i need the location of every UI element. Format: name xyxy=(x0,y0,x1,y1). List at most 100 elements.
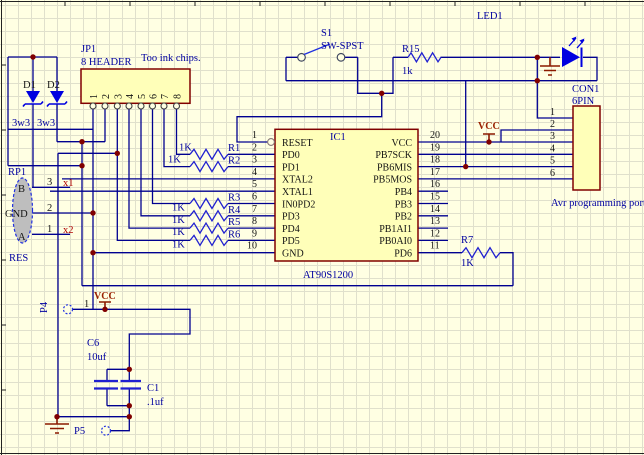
c1-value-label: .1uf xyxy=(147,397,164,408)
svg-text:RESET: RESET xyxy=(282,138,313,149)
jp1-type-label: 8 HEADER xyxy=(81,57,131,68)
svg-text:5: 5 xyxy=(137,94,148,99)
ic1-part-label: AT90S1200 xyxy=(303,270,353,281)
svg-text:PB3: PB3 xyxy=(395,199,412,210)
svg-text:15: 15 xyxy=(430,192,440,203)
svg-text:PB5MOS: PB5MOS xyxy=(373,175,412,186)
svg-text:18: 18 xyxy=(430,155,440,166)
r5-ref-label: R5 xyxy=(228,217,240,228)
svg-text:PB7SCK: PB7SCK xyxy=(375,150,412,161)
ground-symbol-topright[interactable] xyxy=(540,57,560,75)
led1-symbol[interactable] xyxy=(562,37,585,68)
svg-text:4: 4 xyxy=(125,94,136,99)
r5-symbol xyxy=(190,223,228,233)
r15-value-label: 1k xyxy=(402,66,413,77)
diode-d1-symbol[interactable] xyxy=(23,91,43,107)
cap-c6-symbol[interactable] xyxy=(94,381,118,389)
svg-text:3: 3 xyxy=(550,131,555,142)
rp1-num1-label: 1 xyxy=(47,224,52,235)
net-x2-label: x2 xyxy=(63,225,74,236)
svg-text:6: 6 xyxy=(252,192,257,203)
r1-ref-label: R1 xyxy=(228,143,240,154)
schematic-sheet: JP1 8 HEADER Too ink chips. 1 2 3 4 5 6 … xyxy=(0,0,644,455)
s1-type-label: SW-SPST xyxy=(321,41,364,52)
r6-value-label: 1K xyxy=(172,239,185,250)
con1-ref-label: CON1 xyxy=(572,84,599,95)
svg-text:1: 1 xyxy=(252,130,257,141)
svg-text:4: 4 xyxy=(550,143,555,154)
c6-ref-label: C6 xyxy=(87,338,99,349)
r2-symbol xyxy=(190,162,228,172)
cap-c1-symbol[interactable] xyxy=(121,381,142,389)
r3-value-label: 1K xyxy=(172,203,185,214)
r1-symbol xyxy=(190,149,228,159)
rp1-pin-a-label: A xyxy=(18,232,26,243)
r3-ref-label: R3 xyxy=(228,193,240,204)
svg-text:8: 8 xyxy=(173,94,184,99)
d1-value-label: 3w3 xyxy=(12,118,30,129)
p5-pin-circle[interactable] xyxy=(102,426,111,435)
svg-text:7: 7 xyxy=(160,94,171,99)
svg-text:3: 3 xyxy=(113,94,124,99)
r3-symbol xyxy=(190,199,228,209)
svg-text:PD5: PD5 xyxy=(282,236,300,247)
r2-ref-label: R2 xyxy=(228,155,240,166)
svg-text:XTAL1: XTAL1 xyxy=(282,187,313,198)
svg-text:PD3: PD3 xyxy=(282,212,300,223)
svg-text:2: 2 xyxy=(550,119,555,130)
svg-text:6: 6 xyxy=(149,94,160,99)
r7-value-label: 1K xyxy=(461,258,474,269)
r4-value-label: 1K xyxy=(172,215,185,226)
svg-text:PD0: PD0 xyxy=(282,150,300,161)
svg-text:5: 5 xyxy=(550,156,555,167)
r7-ref-label: R7 xyxy=(461,235,473,246)
svg-text:PD4: PD4 xyxy=(282,224,300,235)
svg-text:10: 10 xyxy=(247,241,257,252)
svg-text:20: 20 xyxy=(430,130,440,141)
r6-symbol xyxy=(190,235,228,245)
con1-symbol[interactable] xyxy=(573,106,600,190)
svg-text:IN0PD2: IN0PD2 xyxy=(282,199,315,210)
svg-text:PB2: PB2 xyxy=(395,212,412,223)
rp1-sub-label: RES xyxy=(9,253,28,264)
r1-value-label: 1K xyxy=(179,143,192,154)
header-jp1-symbol[interactable] xyxy=(81,69,190,109)
svg-text:4: 4 xyxy=(252,167,257,178)
ic1-right-pin-numbers: 20 19 18 17 16 15 14 13 12 11 xyxy=(430,130,440,252)
r5-value-label: 1K xyxy=(172,227,185,238)
rp1-num2-label: 2 xyxy=(47,203,52,214)
p4-pin-number: 1 xyxy=(84,299,89,310)
p5-ref-label: P5 xyxy=(74,426,85,437)
svg-text:19: 19 xyxy=(430,142,440,153)
d2-value-label: 3w3 xyxy=(37,118,55,129)
rp1-num3-label: 3 xyxy=(47,177,52,188)
p4-ref-label: P4 xyxy=(39,301,50,313)
svg-text:PB4: PB4 xyxy=(395,187,412,198)
jp1-ref-label: JP1 xyxy=(81,44,96,55)
s1-ref-label: S1 xyxy=(321,28,332,39)
diode-d2-symbol[interactable] xyxy=(47,91,67,107)
con1-caption-label: Avr programming port xyxy=(551,198,644,209)
svg-text:GND: GND xyxy=(282,249,304,260)
svg-text:5: 5 xyxy=(252,179,257,190)
r4-symbol xyxy=(190,211,228,221)
svg-text:7: 7 xyxy=(252,204,257,215)
r2-value-label: 1K xyxy=(168,155,181,166)
r6-ref-label: R6 xyxy=(228,229,240,240)
svg-text:9: 9 xyxy=(252,228,257,239)
c6-value-label: 10uf xyxy=(87,352,107,363)
vcc-label-bottom: VCC xyxy=(94,291,116,302)
rp1-pin-gnd-label: GND xyxy=(5,209,28,220)
svg-text:2: 2 xyxy=(101,94,112,99)
p4-pin-circle[interactable] xyxy=(64,305,73,314)
svg-text:3: 3 xyxy=(252,155,257,166)
svg-text:11: 11 xyxy=(430,241,440,252)
rp1-ref-label: RP1 xyxy=(8,167,26,178)
rp1-pin-b-label: B xyxy=(18,184,25,195)
note-label: Too ink chips. xyxy=(141,53,201,64)
svg-text:1: 1 xyxy=(550,107,555,118)
svg-text:PD6: PD6 xyxy=(394,249,412,260)
c1-ref-label: C1 xyxy=(147,383,159,394)
svg-text:13: 13 xyxy=(430,216,440,227)
svg-text:8: 8 xyxy=(252,216,257,227)
